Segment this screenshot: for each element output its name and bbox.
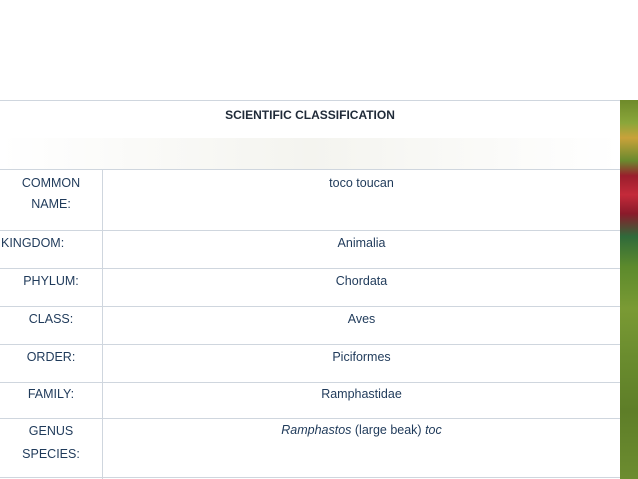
table-row: PHYLUM: Chordata xyxy=(0,269,620,307)
row-label-phylum: PHYLUM: xyxy=(23,274,79,288)
table-row: CLASS: Aves xyxy=(0,307,620,345)
row-label-common-name: COMMON NAME: xyxy=(21,176,81,211)
row-label-genus-species: GENUS SPECIES: xyxy=(22,424,80,461)
table-row: ORDER: Piciformes xyxy=(0,345,620,383)
row-value-genus-species: Ramphastos (large beak) toc xyxy=(281,423,442,437)
row-value-class: Aves xyxy=(347,312,376,326)
table-title: SCIENTIFIC CLASSIFICATION xyxy=(225,108,395,122)
row-value-order: Piciformes xyxy=(332,350,391,364)
row-label-family: FAMILY: xyxy=(27,387,75,401)
row-label-class: CLASS: xyxy=(28,312,74,326)
row-value-family: Ramphastidae xyxy=(321,387,402,401)
table-header-row: SCIENTIFIC CLASSIFICATION xyxy=(0,100,620,139)
table-row: KINGDOM: Animalia xyxy=(0,231,620,269)
spacer-row xyxy=(0,138,620,170)
row-value-kingdom: Animalia xyxy=(337,236,386,250)
table-row: FAMILY: Ramphastidae xyxy=(0,383,620,419)
row-label-order: ORDER: xyxy=(26,350,76,364)
toucan-photo-strip xyxy=(620,100,638,479)
row-label-kingdom: KINGDOM: xyxy=(1,236,65,250)
row-value-phylum: Chordata xyxy=(335,274,388,288)
table-row: COMMON NAME: toco toucan xyxy=(0,170,620,231)
classification-table: SCIENTIFIC CLASSIFICATION COMMON NAME: t… xyxy=(0,100,620,479)
row-value-common-name: toco toucan xyxy=(329,176,394,190)
table-row: GENUS SPECIES: Ramphastos (large beak) t… xyxy=(0,419,620,478)
